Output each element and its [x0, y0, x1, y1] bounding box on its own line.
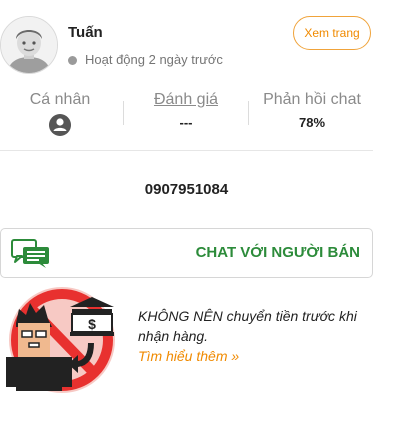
seller-name[interactable]: Tuấn: [68, 24, 103, 41]
view-shop-button[interactable]: Xem trang: [293, 16, 371, 50]
section-divider: [0, 150, 373, 151]
chat-bubbles-icon: [11, 239, 51, 274]
stat-chat-reply: Phản hồi chat 78%: [254, 91, 370, 130]
phone-number[interactable]: 0907951084: [0, 181, 373, 198]
stat-reply-label: Phản hồi chat: [263, 91, 361, 108]
stat-personal-label: Cá nhân: [29, 91, 91, 108]
person-icon: [20, 113, 100, 142]
seller-card: Tuấn Hoạt động 2 ngày trước Xem trang Cá…: [0, 0, 375, 436]
stat-rating-label[interactable]: Đánh giá: [136, 91, 236, 109]
learn-more-link[interactable]: Tìm hiểu thêm »: [138, 348, 239, 364]
stat-divider: [248, 101, 249, 125]
offline-status-dot: [68, 56, 77, 65]
chat-button-label: CHAT VỚI NGƯỜI BÁN: [195, 244, 360, 261]
stat-rating[interactable]: Đánh giá ---: [136, 91, 236, 130]
last-active-status: Hoạt động 2 ngày trước: [85, 52, 223, 67]
svg-text:$: $: [88, 316, 96, 332]
no-prepayment-warning-icon: $: [2, 283, 128, 395]
warning-message: KHÔNG NÊN chuyển tiền trước khi nhận hàn…: [138, 308, 357, 344]
stat-divider: [123, 101, 124, 125]
default-avatar-icon: [1, 17, 57, 73]
stat-personal: Cá nhân: [20, 91, 100, 142]
chat-with-seller-button[interactable]: CHAT VỚI NGƯỜI BÁN: [0, 228, 373, 278]
avatar[interactable]: [0, 16, 58, 74]
stat-reply-value: 78%: [298, 115, 326, 130]
stat-rating-value: ---: [179, 115, 193, 130]
